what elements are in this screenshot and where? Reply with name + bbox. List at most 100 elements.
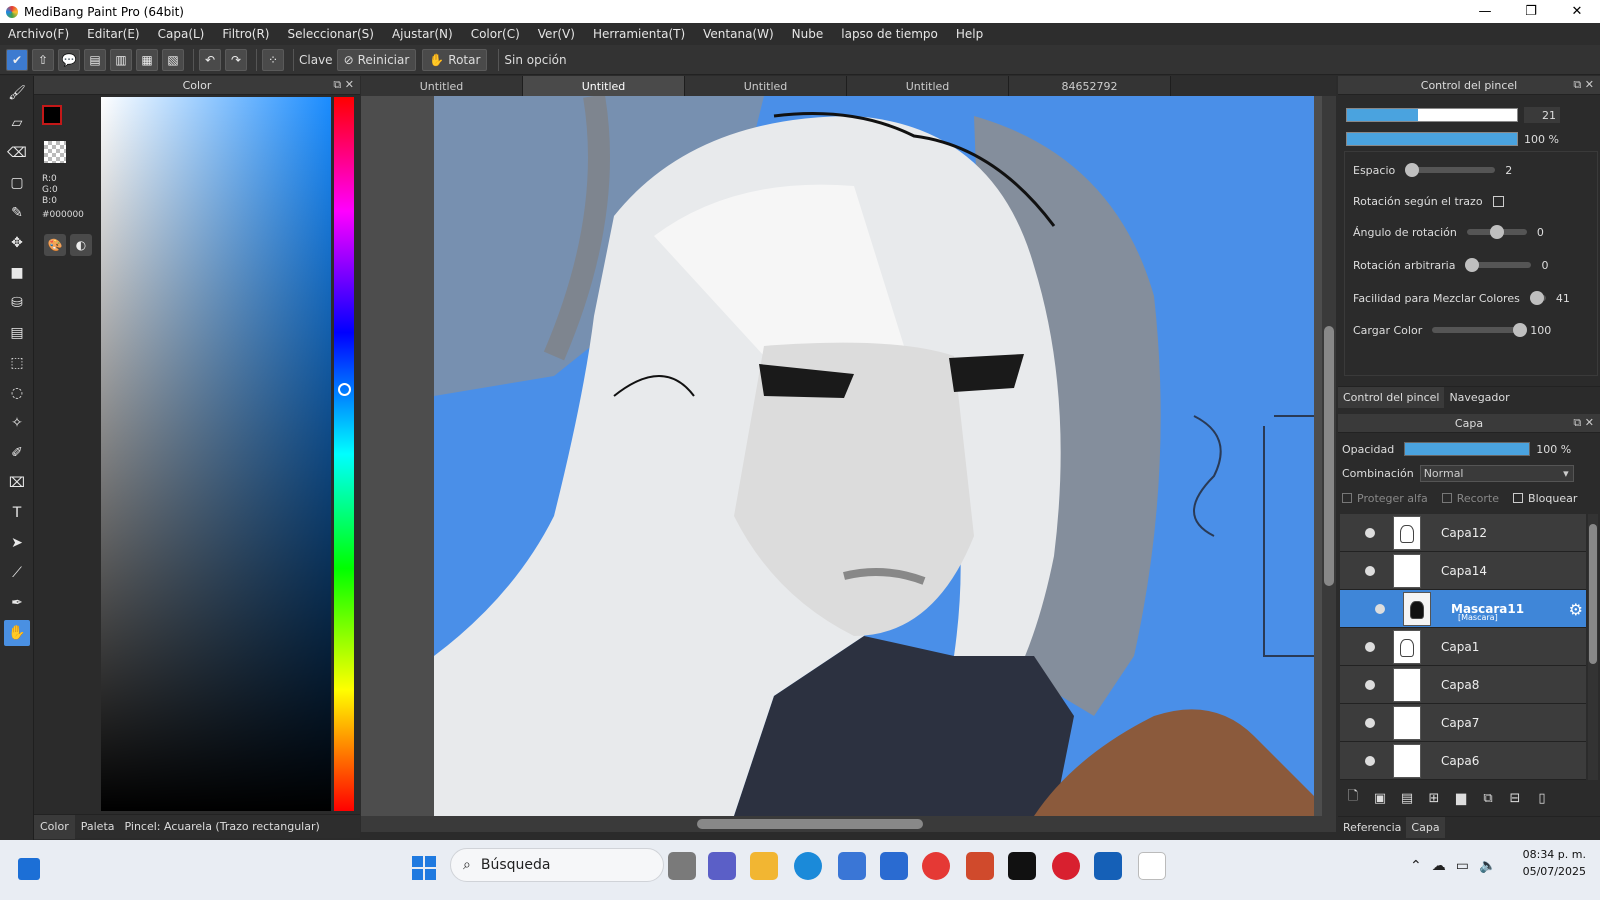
merge-layer-icon[interactable]: ⊟ [1504,787,1526,809]
brush-size-value[interactable]: 21 [1524,107,1560,123]
tab-referencia[interactable]: Referencia [1338,817,1406,838]
fill-rect-tool-icon[interactable]: ■ [4,260,30,286]
layer-list-scrollbar[interactable] [1588,514,1598,780]
document-tab[interactable]: Untitled [685,76,847,96]
visibility-icon[interactable] [1365,527,1375,538]
duplicate-layer-icon[interactable]: ⧉ [1477,787,1499,809]
deselect-icon[interactable]: ⁘ [262,48,284,71]
brush-tool-icon[interactable]: 🖌 [4,80,30,106]
delete-layer-icon[interactable]: ▯ [1531,787,1553,809]
menu-ver[interactable]: Ver(V) [538,27,575,41]
chrome-icon[interactable] [922,852,950,880]
artwork-canvas[interactable] [434,96,1314,816]
menu-herramienta[interactable]: Herramienta(T) [593,27,685,41]
mezclar-slider[interactable] [1529,291,1546,305]
scroll-thumb[interactable] [697,819,923,829]
slider-knob[interactable] [1465,258,1480,272]
protect-alpha-checkbox[interactable] [1342,493,1352,503]
comment-icon[interactable]: ▤ [84,48,106,71]
lasso-tool-icon[interactable]: ◌ [4,380,30,406]
menu-color[interactable]: Color(C) [471,27,520,41]
eyedropper-tool-icon[interactable]: ✒ [4,590,30,616]
select-rect-tool-icon[interactable]: ⬚ [4,350,30,376]
gradient-tool-icon[interactable]: ▤ [4,320,30,346]
medibang-icon[interactable] [1138,852,1166,880]
lock-checkbox[interactable] [1513,493,1524,503]
store-icon[interactable] [838,852,866,880]
document-tab[interactable]: Untitled [847,76,1009,96]
rectangle-tool-icon[interactable]: ▢ [4,170,30,196]
bucket-tool-icon[interactable]: ⛁ [4,290,30,316]
tiktok-icon[interactable] [1008,852,1036,880]
rotar-button[interactable]: ✋ Rotar [422,48,488,71]
menu-seleccionar[interactable]: Seleccionar(S) [288,27,374,41]
layer-row[interactable]: Capa14 [1340,552,1586,590]
new-halftone-layer-icon[interactable]: ▣ [1369,787,1391,809]
chevron-up-icon[interactable]: ⌃ [1410,858,1422,874]
menu-editar[interactable]: Editar(E) [87,27,139,41]
file-explorer-icon[interactable] [750,852,778,880]
eraser-alt-tool-icon[interactable]: ⌫ [4,140,30,166]
menu-filtro[interactable]: Filtro(R) [222,27,269,41]
reiniciar-button[interactable]: ⊘ Reiniciar [336,48,417,71]
grid-icon[interactable]: ▧ [162,48,184,71]
maximize-button[interactable]: ❐ [1508,0,1554,23]
clock[interactable]: 08:34 p. m. 05/07/2025 [1506,846,1586,880]
gear-icon[interactable]: ⚙ [1569,600,1583,619]
close-button[interactable]: ✕ [1554,0,1600,23]
eraser-tool-icon[interactable]: ▱ [4,110,30,136]
slider-knob[interactable] [1405,163,1420,177]
pen-tool-icon[interactable]: ✎ [4,200,30,226]
menu-ventana[interactable]: Ventana(W) [703,27,774,41]
saturation-value-picker[interactable] [101,97,331,811]
slider-knob[interactable] [1513,323,1528,337]
undo-icon[interactable]: ↶ [199,48,221,71]
cloud-sync-icon[interactable]: ✔ [6,48,28,71]
opera-icon[interactable] [1052,852,1080,880]
app-icon[interactable] [880,852,908,880]
menu-ajustar[interactable]: Ajustar(N) [392,27,453,41]
volume-icon[interactable]: 🔈 [1479,858,1496,874]
visibility-icon[interactable] [1365,641,1375,652]
hand-tool-icon[interactable]: ✋ [4,620,30,646]
powerpoint-icon[interactable] [966,852,994,880]
task-view-icon[interactable] [668,852,696,880]
tab-navegador[interactable]: Navegador [1444,387,1514,408]
start-button[interactable] [412,856,436,880]
visibility-icon[interactable] [1365,565,1375,576]
transparent-color-swatch[interactable] [44,141,66,163]
operation-tool-icon[interactable]: ➤ [4,530,30,556]
magic-wand-tool-icon[interactable]: ✧ [4,410,30,436]
select-eraser-tool-icon[interactable]: ⌧ [4,470,30,496]
canvas-horizontal-scrollbar[interactable] [361,816,1336,832]
clip-checkbox[interactable] [1441,493,1452,503]
arbitraria-slider[interactable] [1465,258,1532,272]
visibility-icon[interactable] [1365,717,1375,728]
layer-row[interactable]: Capa12 [1340,514,1586,552]
hue-slider[interactable] [334,97,354,811]
page-icon[interactable]: ▥ [110,48,132,71]
layer-row[interactable]: Capa8 [1340,666,1586,704]
menu-help[interactable]: Help [956,27,983,41]
select-pen-tool-icon[interactable]: ✐ [4,440,30,466]
widgets-icon[interactable] [18,858,40,880]
angulo-slider[interactable] [1466,225,1527,239]
folder-icon[interactable]: ▆ [1450,787,1472,809]
layer-row[interactable]: Capa7 [1340,704,1586,742]
visibility-icon[interactable] [1375,603,1385,614]
document-tab-active[interactable]: Untitled [523,76,685,96]
menu-lapso-de-tiempo[interactable]: lapso de tiempo [841,27,938,41]
document-tab[interactable]: Untitled [361,76,523,96]
redo-icon[interactable]: ↷ [225,48,247,71]
palette-icon[interactable]: 🎨 [44,234,66,256]
tab-capa[interactable]: Capa [1406,817,1445,838]
teams-icon[interactable] [708,852,736,880]
menu-capa[interactable]: Capa(L) [158,27,205,41]
tab-control-del-pincel[interactable]: Control del pincel [1338,387,1445,408]
panel-undock-close-icons[interactable]: ⧉ ✕ [1573,416,1594,430]
add-layer-menu-icon[interactable]: ⊞ [1423,787,1445,809]
layer-row[interactable]: Capa6 [1340,742,1586,780]
espacio-slider[interactable] [1405,163,1496,177]
app-icon[interactable] [1094,852,1122,880]
tab-paleta[interactable]: Paleta [75,815,121,839]
